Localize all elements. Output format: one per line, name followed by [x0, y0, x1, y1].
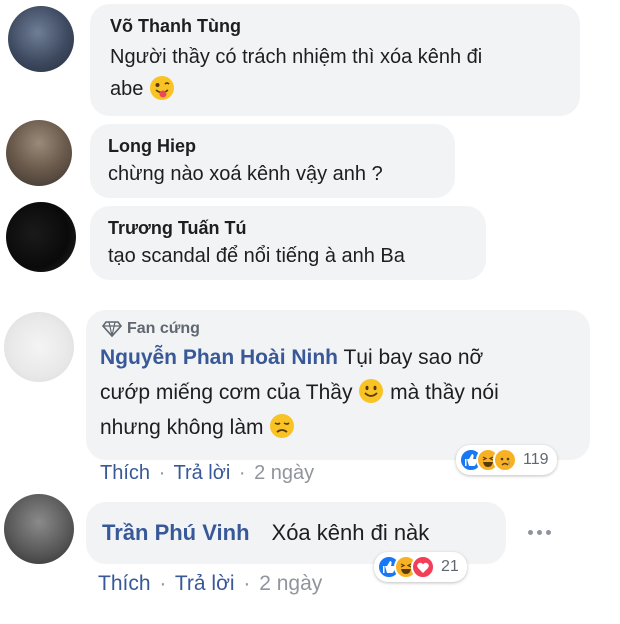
reply-link[interactable]: Trả lời — [173, 462, 230, 484]
smile-emoji — [359, 379, 384, 403]
separator: · — [238, 462, 246, 484]
comment-text: mà thầy nói — [390, 381, 499, 404]
diamond-icon — [102, 321, 122, 338]
reaction-count: 21 — [441, 558, 459, 575]
reactions-summary[interactable]: 21 — [374, 552, 467, 582]
separator: · — [243, 572, 251, 595]
avatar[interactable] — [8, 6, 74, 72]
more-options-icon[interactable] — [528, 530, 551, 535]
reactions-summary[interactable]: 119 — [456, 445, 557, 475]
avatar[interactable] — [6, 120, 72, 186]
comment-timestamp[interactable]: 2 ngày — [254, 462, 314, 484]
tongue-out-emoji — [149, 76, 174, 100]
comment-bubble: Fan cứng Nguyễn Phan Hoài Ninh Tụi bay s… — [86, 310, 590, 460]
comment-author[interactable]: Trương Tuấn Tú — [108, 218, 468, 239]
comment-timestamp[interactable]: 2 ngày — [259, 572, 322, 595]
like-link[interactable]: Thích — [98, 572, 151, 595]
comment-actions: Thích · Trả lời · 2 ngày — [100, 462, 314, 485]
like-link[interactable]: Thích — [100, 462, 150, 484]
comment-bubble: Võ Thanh Tùng Người thầy có trách nhiệm … — [90, 4, 580, 116]
comment-text: cướp miếng cơm của Thầy — [100, 381, 353, 404]
separator: · — [158, 462, 166, 484]
reply-link[interactable]: Trả lời — [175, 572, 235, 595]
disappointed-emoji — [270, 414, 295, 438]
comment-author[interactable]: Trần Phú Vinh — [102, 520, 250, 546]
comment-bubble: Long Hiep chừng nào xoá kênh vậy anh ? — [90, 124, 455, 198]
comment-actions: Thích · Trả lời · 2 ngày — [98, 572, 322, 596]
comment-bubble: Trương Tuấn Tú tạo scandal để nổi tiếng … — [90, 206, 486, 280]
comment-text: Người thầy có trách nhiệm thì xóa kênh đ… — [110, 46, 483, 68]
avatar[interactable] — [6, 202, 76, 272]
comment-text: nhưng không làm — [100, 416, 264, 439]
comment-text: tạo scandal để nổi tiếng à anh Ba — [108, 245, 405, 267]
avatar[interactable] — [4, 312, 74, 382]
comment-author[interactable]: Long Hiep — [108, 136, 437, 157]
sad-reaction-icon — [493, 448, 517, 472]
comment-author[interactable]: Nguyễn Phan Hoài Ninh — [100, 346, 338, 369]
love-reaction-icon — [411, 555, 435, 579]
comment-text: abe — [110, 78, 144, 100]
separator: · — [159, 572, 167, 595]
comment-text: Xóa kênh đi nàk — [271, 520, 430, 545]
fan-badge-label: Fan cứng — [127, 320, 200, 337]
comment-text: chừng nào xoá kênh vậy anh ? — [108, 163, 383, 185]
comment-author[interactable]: Võ Thanh Tùng — [110, 16, 560, 37]
avatar[interactable] — [4, 494, 74, 564]
reaction-count: 119 — [523, 451, 549, 468]
comment-text: Tụi bay sao nỡ — [343, 346, 484, 369]
